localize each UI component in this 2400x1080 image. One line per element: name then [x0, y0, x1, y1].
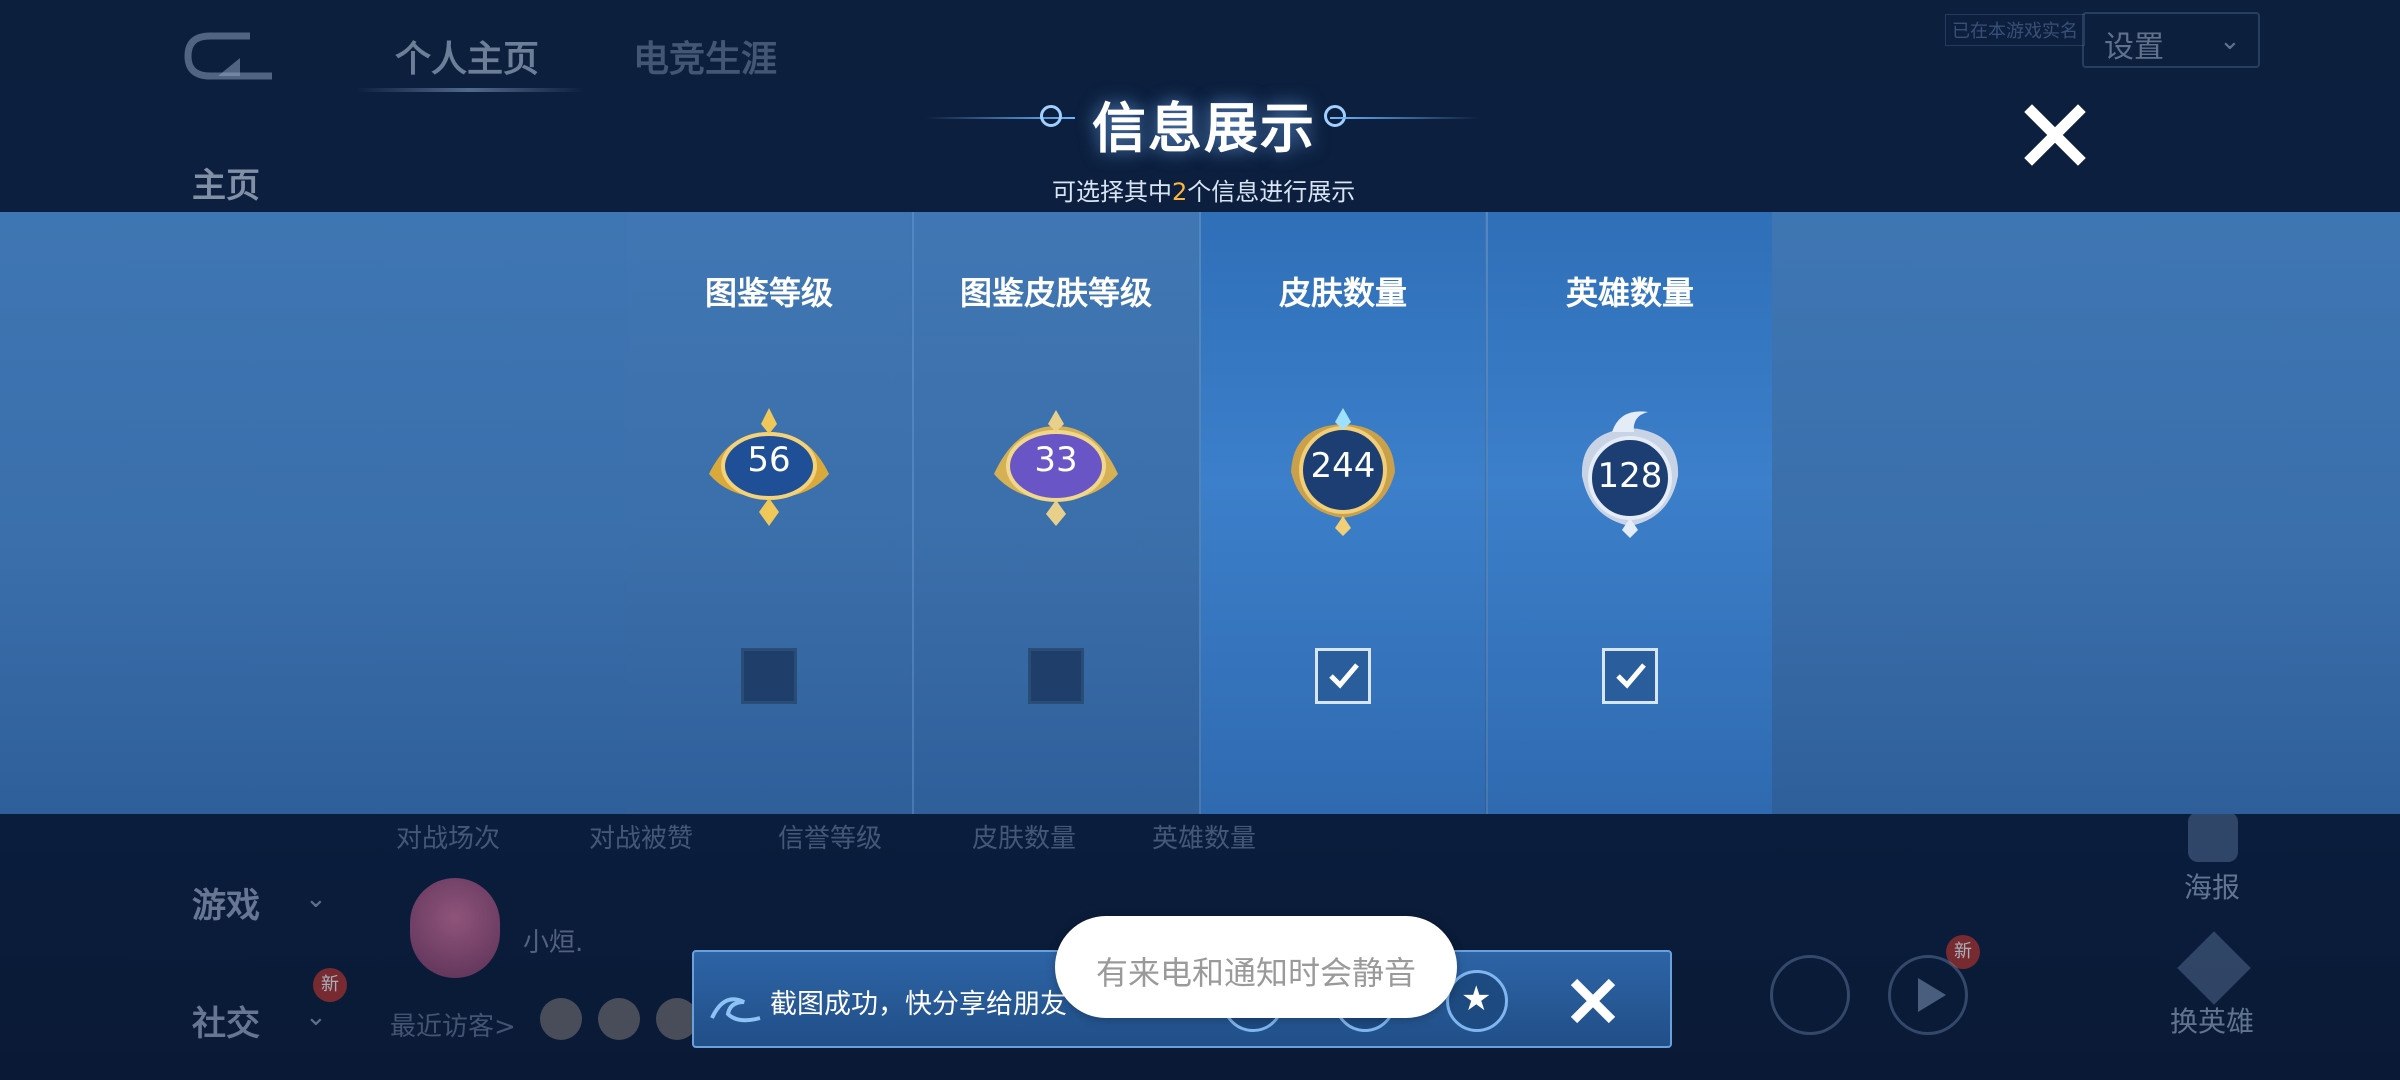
title-decoration — [1330, 117, 1480, 119]
star-icon: ★ — [1461, 979, 1492, 1019]
visitor-avatar[interactable] — [540, 998, 582, 1040]
sidebar-item-social[interactable]: 社交 — [192, 996, 260, 1045]
stat-label: 英雄数量 — [1152, 824, 1257, 854]
run-icon[interactable] — [1770, 955, 1850, 1035]
stat-label: 信誉等级 — [778, 824, 883, 854]
title-decoration-ring — [1040, 105, 1062, 127]
close-icon[interactable] — [2022, 102, 2088, 168]
subtitle-prefix: 可选择其中 — [1052, 178, 1172, 206]
hero-count-badge-icon: 128 — [1560, 402, 1700, 542]
wave-icon — [710, 997, 761, 1023]
codex-level-badge-icon: 56 — [699, 402, 839, 542]
option-checkbox-checked[interactable] — [1315, 648, 1371, 704]
option-label: 图鉴皮肤等级 — [959, 274, 1152, 312]
skin-count-badge-icon: 244 — [1273, 402, 1413, 542]
option-value: 244 — [1310, 446, 1376, 486]
sidebar-item-game[interactable]: 游戏 — [192, 878, 260, 927]
new-badge: 新 — [313, 968, 347, 1002]
swap-hero-icon[interactable] — [2177, 931, 2251, 1005]
codex-skin-level-badge-icon: 33 — [986, 402, 1126, 542]
option-checkbox[interactable] — [741, 648, 797, 704]
option-label: 英雄数量 — [1565, 274, 1694, 312]
swap-hero-label[interactable]: 换英雄 — [2170, 1000, 2254, 1040]
option-value: 128 — [1597, 456, 1663, 496]
chevron-down-icon: ⌄ — [305, 1002, 327, 1032]
option-card-codex-level[interactable]: 图鉴等级 56 — [627, 212, 911, 814]
stat-label: 皮肤数量 — [972, 824, 1077, 854]
option-card-skin-count[interactable]: 皮肤数量 244 — [1201, 212, 1485, 814]
dialog-title: 信息展示 — [1092, 97, 1316, 160]
option-label: 图鉴等级 — [704, 274, 833, 312]
close-icon[interactable] — [1566, 974, 1620, 1028]
play-icon — [1918, 978, 1946, 1012]
dialog-header: 信息展示 可选择其中2个信息进行展示 — [0, 0, 2400, 210]
visitor-avatar[interactable] — [598, 998, 640, 1040]
option-card-hero-count[interactable]: 英雄数量 128 — [1488, 212, 1772, 814]
dialog-subtitle: 可选择其中2个信息进行展示 — [1052, 172, 1355, 207]
option-checkbox-checked[interactable] — [1602, 648, 1658, 704]
checkmark-icon — [1616, 663, 1646, 689]
poster-icon[interactable] — [2188, 812, 2238, 862]
poster-label[interactable]: 海报 — [2184, 866, 2240, 906]
chevron-down-icon: ⌄ — [305, 884, 327, 914]
option-label: 皮肤数量 — [1278, 274, 1407, 312]
option-value: 56 — [747, 440, 791, 480]
mute-toast: 有来电和通知时会静音 — [1055, 916, 1457, 1018]
player-name: 小烜. — [523, 928, 584, 958]
stat-label: 对战场次 — [396, 824, 501, 854]
option-card-codex-skin-level[interactable]: 图鉴皮肤等级 33 — [914, 212, 1198, 814]
mute-toast-text: 有来电和通知时会静音 — [1095, 954, 1416, 992]
stat-label: 对战被赞 — [589, 824, 694, 854]
title-decoration-ring — [1324, 105, 1346, 127]
option-checkbox[interactable] — [1028, 648, 1084, 704]
recent-visitors-link[interactable]: 最近访客> — [390, 1006, 516, 1043]
option-value: 33 — [1034, 440, 1078, 480]
subtitle-suffix: 个信息进行展示 — [1187, 178, 1356, 206]
share-text: 截图成功，快分享给朋友 — [770, 989, 1067, 1020]
avatar[interactable] — [410, 878, 500, 978]
checkmark-icon — [1329, 663, 1359, 689]
subtitle-count: 2 — [1172, 178, 1188, 206]
